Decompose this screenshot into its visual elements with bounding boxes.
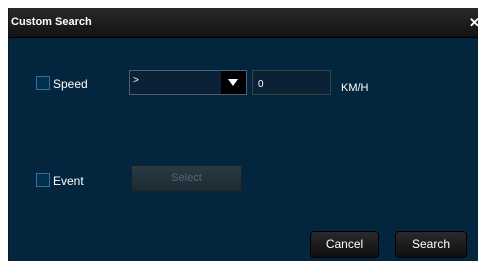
event-label: Event bbox=[53, 174, 84, 188]
close-icon[interactable]: ✕ bbox=[469, 16, 478, 30]
chevron-down-icon[interactable] bbox=[221, 71, 246, 94]
cancel-button[interactable]: Cancel bbox=[310, 231, 379, 258]
search-button[interactable]: Search bbox=[395, 231, 467, 258]
custom-search-dialog: Custom Search ✕ Speed > KM/H Event Selec… bbox=[8, 8, 478, 261]
dialog-title: Custom Search bbox=[11, 16, 92, 28]
speed-unit-label: KM/H bbox=[341, 82, 369, 94]
event-select-button[interactable]: Select bbox=[131, 165, 242, 192]
speed-operator-value: > bbox=[133, 75, 139, 86]
speed-operator-select[interactable]: > bbox=[129, 70, 247, 95]
speed-label: Speed bbox=[53, 77, 88, 91]
speed-value-input[interactable] bbox=[252, 70, 331, 95]
event-checkbox[interactable] bbox=[36, 173, 50, 187]
dialog-titlebar[interactable]: Custom Search ✕ bbox=[9, 8, 478, 38]
speed-checkbox[interactable] bbox=[36, 76, 50, 90]
